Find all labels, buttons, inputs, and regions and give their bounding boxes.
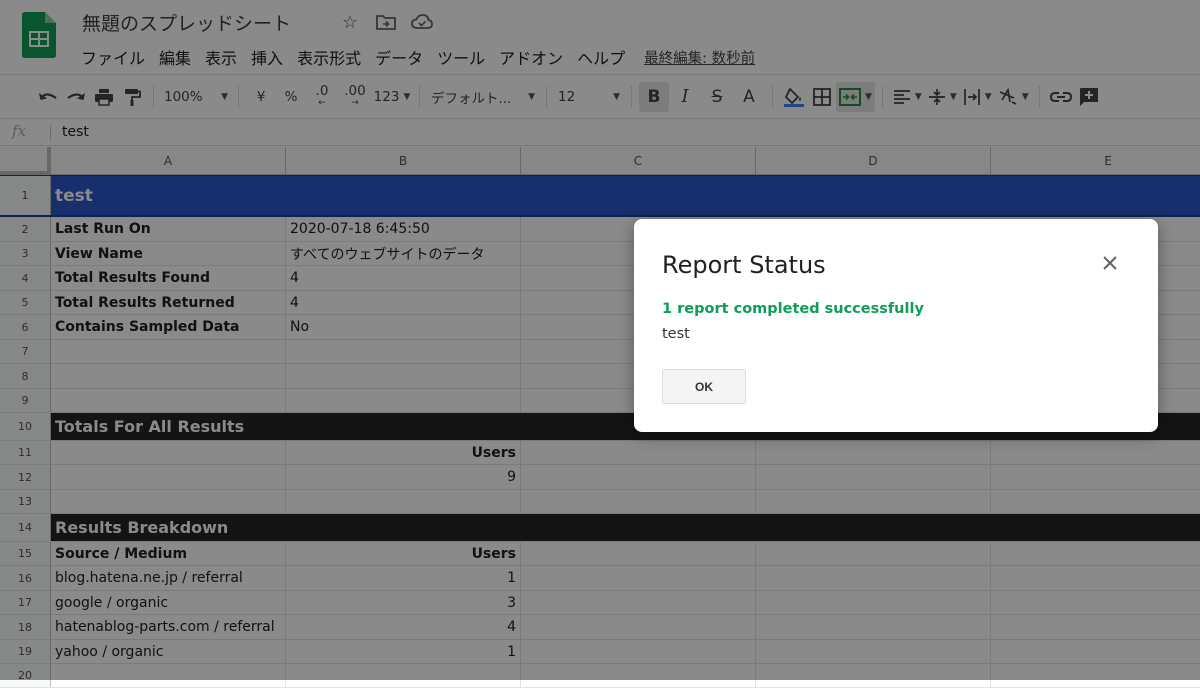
ok-button[interactable]: OK	[662, 369, 746, 404]
report-status-dialog: Report Status 1 report completed success…	[634, 219, 1158, 432]
success-message: 1 report completed successfully	[662, 301, 924, 317]
dialog-title: Report Status	[662, 251, 826, 279]
close-icon[interactable]	[1096, 249, 1124, 277]
dialog-message: test	[662, 326, 690, 342]
